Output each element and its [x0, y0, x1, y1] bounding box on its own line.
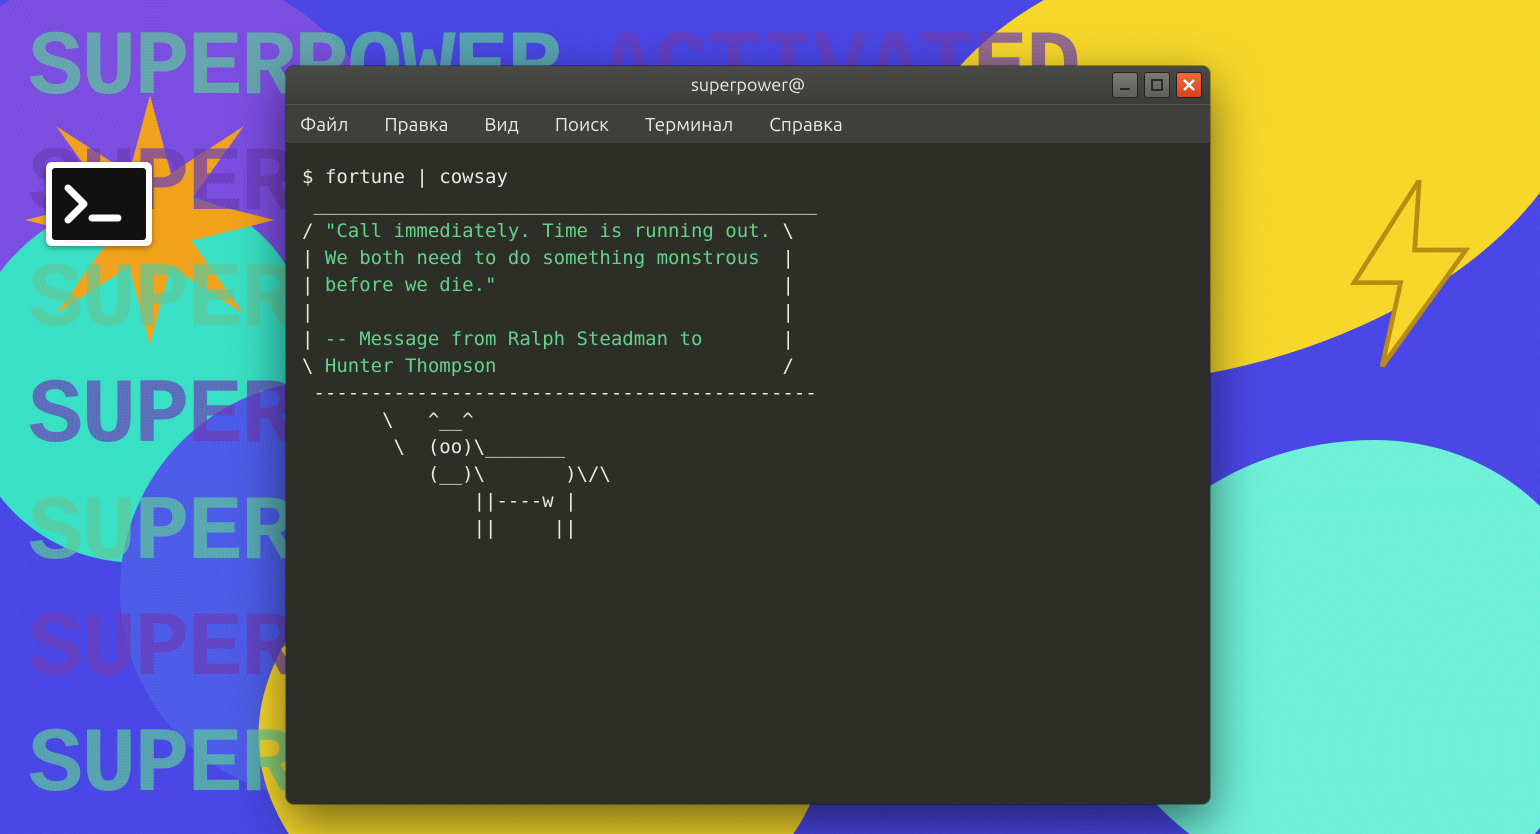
menu-file[interactable]: Файл	[300, 113, 348, 135]
minimize-button[interactable]	[1112, 72, 1138, 98]
prompt-symbol: $	[302, 166, 313, 188]
window-controls	[1112, 72, 1202, 98]
cow-ascii-art: \ ^__^	[302, 409, 474, 431]
menubar: Файл Правка Вид Поиск Терминал Справка	[286, 104, 1210, 144]
window-titlebar[interactable]: superpower@	[286, 66, 1210, 104]
terminal-body[interactable]: $ fortune | cowsay _____________________…	[286, 144, 1210, 562]
terminal-glyph-icon	[52, 168, 146, 240]
terminal-window: superpower@ Файл Правка Вид Поиск Термин…	[286, 66, 1210, 804]
terminal-shortcut-icon[interactable]	[46, 162, 152, 246]
menu-search[interactable]: Поиск	[555, 113, 609, 135]
menu-help[interactable]: Справка	[769, 113, 842, 135]
command-text: fortune | cowsay	[325, 166, 508, 188]
lightning-icon	[1340, 180, 1480, 340]
window-title: superpower@	[691, 75, 805, 95]
close-button[interactable]	[1176, 72, 1202, 98]
menu-view[interactable]: Вид	[484, 113, 518, 135]
cowsay-output: ________________________________________…	[302, 193, 817, 215]
menu-edit[interactable]: Правка	[384, 113, 448, 135]
maximize-button[interactable]	[1144, 72, 1170, 98]
menu-terminal[interactable]: Терминал	[645, 113, 733, 135]
